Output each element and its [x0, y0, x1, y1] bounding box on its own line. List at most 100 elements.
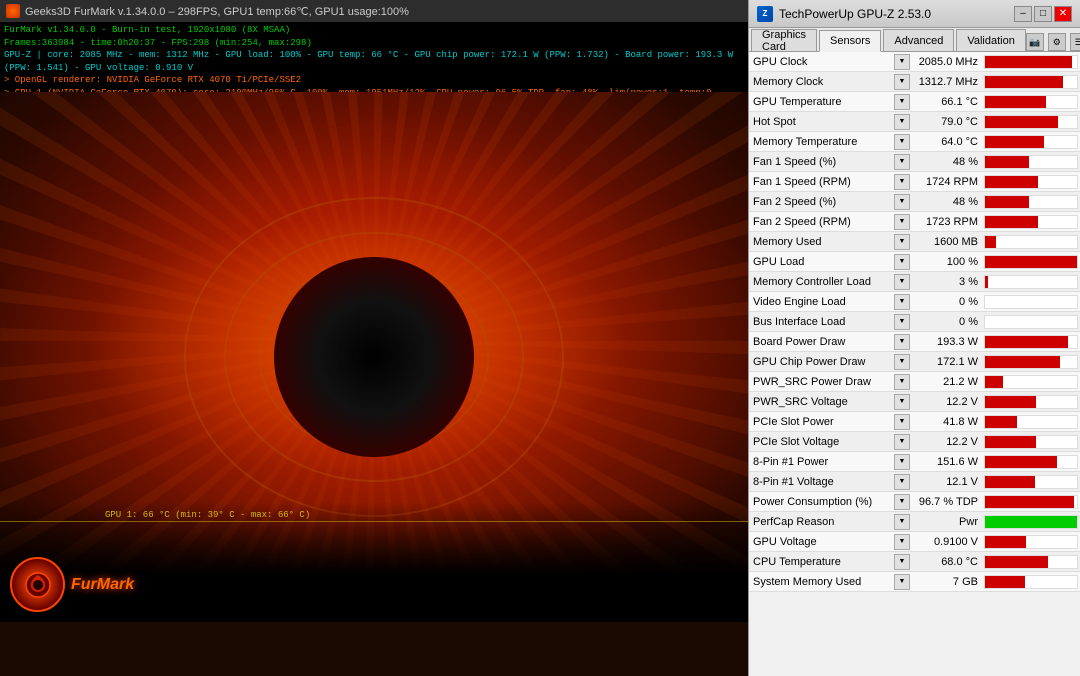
sensor-name: 8-Pin #1 Voltage: [749, 476, 894, 488]
sensor-row[interactable]: CPU Temperature▼68.0 °C: [749, 552, 1080, 572]
sensor-row[interactable]: Fan 2 Speed (RPM)▼1723 RPM: [749, 212, 1080, 232]
sensor-dropdown[interactable]: ▼: [894, 434, 910, 450]
sensor-value: 68.0 °C: [910, 556, 982, 568]
sensor-bar-container: [984, 355, 1078, 369]
furmark-titlebar: Geeks3D FurMark v.1.34.0.0 – 298FPS, GPU…: [0, 0, 748, 22]
tab-advanced[interactable]: Advanced: [883, 29, 954, 51]
tab-sensors[interactable]: Sensors: [819, 30, 881, 52]
sensor-dropdown[interactable]: ▼: [894, 294, 910, 310]
sensor-dropdown[interactable]: ▼: [894, 414, 910, 430]
maximize-button[interactable]: □: [1034, 6, 1052, 22]
sensor-row[interactable]: Memory Temperature▼64.0 °C: [749, 132, 1080, 152]
settings-icon-button[interactable]: ⚙: [1048, 33, 1066, 51]
sensor-name: Memory Controller Load: [749, 276, 894, 288]
sensor-name: PCIe Slot Voltage: [749, 436, 894, 448]
sensor-name: GPU Chip Power Draw: [749, 356, 894, 368]
sensor-row[interactable]: GPU Chip Power Draw▼172.1 W: [749, 352, 1080, 372]
sensor-row[interactable]: System Memory Used▼7 GB: [749, 572, 1080, 592]
sensor-value: 151.6 W: [910, 456, 982, 468]
sensor-row[interactable]: PCIe Slot Voltage▼12.2 V: [749, 432, 1080, 452]
minimize-button[interactable]: –: [1014, 6, 1032, 22]
sensor-row[interactable]: GPU Clock▼2085.0 MHz: [749, 52, 1080, 72]
sensor-row[interactable]: Board Power Draw▼193.3 W: [749, 332, 1080, 352]
sensor-bar: [985, 436, 1036, 448]
sensor-dropdown[interactable]: ▼: [894, 374, 910, 390]
sensor-row[interactable]: PCIe Slot Power▼41.8 W: [749, 412, 1080, 432]
camera-icon-button[interactable]: 📷: [1026, 33, 1044, 51]
sensor-name: GPU Temperature: [749, 96, 894, 108]
sensor-row[interactable]: Memory Used▼1600 MB: [749, 232, 1080, 252]
sensor-row[interactable]: GPU Voltage▼0.9100 V: [749, 532, 1080, 552]
sensor-dropdown[interactable]: ▼: [894, 534, 910, 550]
gpuz-icon: Z: [757, 6, 773, 22]
sensor-value: 1600 MB: [910, 236, 982, 248]
sensor-bar-container: [984, 495, 1078, 509]
sensor-dropdown[interactable]: ▼: [894, 74, 910, 90]
menu-icon-button[interactable]: ☰: [1070, 33, 1080, 51]
sensor-row[interactable]: PWR_SRC Power Draw▼21.2 W: [749, 372, 1080, 392]
sensor-row[interactable]: Memory Clock▼1312.7 MHz: [749, 72, 1080, 92]
sensor-bar: [985, 216, 1038, 228]
sensor-dropdown[interactable]: ▼: [894, 514, 910, 530]
sensor-dropdown[interactable]: ▼: [894, 134, 910, 150]
tab-graphics-card[interactable]: Graphics Card: [751, 29, 817, 51]
log-line-2: Frames:363984 - time:0h20:37 - FPS:298 (…: [4, 37, 744, 50]
sensor-value: 1312.7 MHz: [910, 76, 982, 88]
log-line-4: > OpenGL renderer: NVIDIA GeForce RTX 40…: [4, 74, 744, 87]
sensor-dropdown[interactable]: ▼: [894, 494, 910, 510]
sensor-dropdown[interactable]: ▼: [894, 194, 910, 210]
furmark-logo-icon: [10, 557, 65, 612]
sensor-dropdown[interactable]: ▼: [894, 454, 910, 470]
sensor-row[interactable]: Bus Interface Load▼0 %: [749, 312, 1080, 332]
sensor-value: 0.9100 V: [910, 536, 982, 548]
sensor-dropdown[interactable]: ▼: [894, 334, 910, 350]
sensors-table[interactable]: GPU Clock▼2085.0 MHzMemory Clock▼1312.7 …: [749, 52, 1080, 676]
sensor-dropdown[interactable]: ▼: [894, 94, 910, 110]
sensor-dropdown[interactable]: ▼: [894, 554, 910, 570]
sensor-value: 7 GB: [910, 576, 982, 588]
sensor-dropdown[interactable]: ▼: [894, 394, 910, 410]
sensor-row[interactable]: Video Engine Load▼0 %: [749, 292, 1080, 312]
sensor-dropdown[interactable]: ▼: [894, 214, 910, 230]
sensor-row[interactable]: 8-Pin #1 Power▼151.6 W: [749, 452, 1080, 472]
sensor-bar: [985, 76, 1063, 88]
sensor-value: 3 %: [910, 276, 982, 288]
sensor-row[interactable]: 8-Pin #1 Voltage▼12.1 V: [749, 472, 1080, 492]
sensor-dropdown[interactable]: ▼: [894, 174, 910, 190]
sensor-bar-container: [984, 115, 1078, 129]
sensor-dropdown[interactable]: ▼: [894, 574, 910, 590]
sensor-bar: [985, 476, 1035, 488]
sensor-bar-container: [984, 435, 1078, 449]
tab-validation[interactable]: Validation: [956, 29, 1026, 51]
sensor-dropdown[interactable]: ▼: [894, 154, 910, 170]
sensor-name: System Memory Used: [749, 576, 894, 588]
sensor-row[interactable]: Power Consumption (%)▼96.7 % TDP: [749, 492, 1080, 512]
sensor-row[interactable]: PerfCap Reason▼Pwr: [749, 512, 1080, 532]
sensor-dropdown[interactable]: ▼: [894, 354, 910, 370]
sensor-dropdown[interactable]: ▼: [894, 314, 910, 330]
sensor-dropdown[interactable]: ▼: [894, 474, 910, 490]
sensor-bar: [985, 256, 1077, 268]
sensor-row[interactable]: Fan 1 Speed (%)▼48 %: [749, 152, 1080, 172]
sensor-row[interactable]: GPU Temperature▼66.1 °C: [749, 92, 1080, 112]
sensor-row[interactable]: Fan 2 Speed (%)▼48 %: [749, 192, 1080, 212]
sensor-dropdown[interactable]: ▼: [894, 274, 910, 290]
sensor-bar-container: [984, 515, 1078, 529]
sensor-row[interactable]: Fan 1 Speed (RPM)▼1724 RPM: [749, 172, 1080, 192]
sensor-row[interactable]: GPU Load▼100 %: [749, 252, 1080, 272]
sensor-dropdown[interactable]: ▼: [894, 54, 910, 70]
sensor-row[interactable]: Hot Spot▼79.0 °C: [749, 112, 1080, 132]
sensor-dropdown[interactable]: ▼: [894, 254, 910, 270]
sensor-name: Video Engine Load: [749, 296, 894, 308]
sensor-bar-container: [984, 395, 1078, 409]
sensor-value: 172.1 W: [910, 356, 982, 368]
sensor-dropdown[interactable]: ▼: [894, 114, 910, 130]
sensor-value: 1723 RPM: [910, 216, 982, 228]
sensor-value: 41.8 W: [910, 416, 982, 428]
sensor-row[interactable]: Memory Controller Load▼3 %: [749, 272, 1080, 292]
close-button[interactable]: ✕: [1054, 6, 1072, 22]
sensor-bar-container: [984, 135, 1078, 149]
sensor-dropdown[interactable]: ▼: [894, 234, 910, 250]
sensor-row[interactable]: PWR_SRC Voltage▼12.2 V: [749, 392, 1080, 412]
sensor-name: PWR_SRC Voltage: [749, 396, 894, 408]
